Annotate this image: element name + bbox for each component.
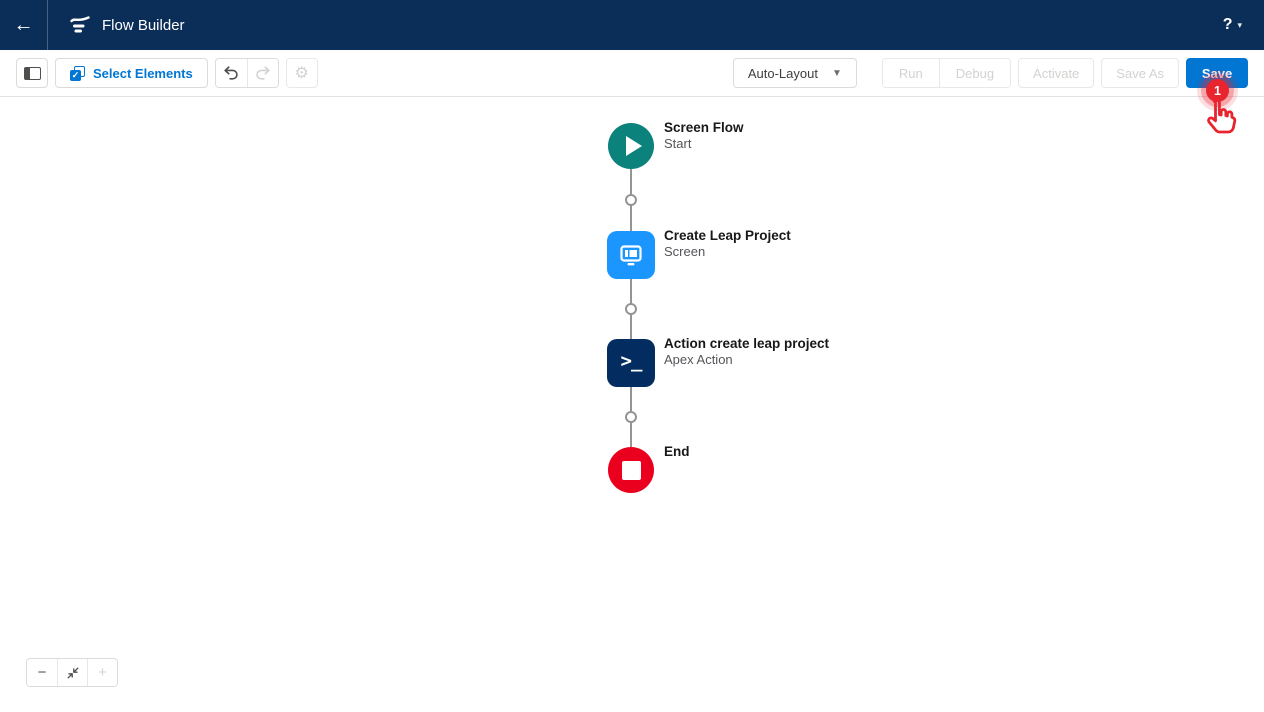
- end-node[interactable]: [608, 447, 654, 493]
- chevron-down-icon: ▼: [832, 68, 842, 79]
- screen-element-node[interactable]: [607, 231, 655, 279]
- screen-icon: [618, 242, 644, 268]
- node-title: End: [664, 443, 690, 460]
- help-menu[interactable]: ? ▾: [1223, 16, 1264, 34]
- redo-button[interactable]: [247, 59, 278, 87]
- pointer-hand-icon: [1199, 96, 1239, 140]
- play-icon: [626, 136, 642, 156]
- back-button[interactable]: ←: [0, 0, 48, 50]
- undo-redo-group: [215, 58, 279, 88]
- node-title: Screen Flow: [664, 119, 744, 136]
- start-node[interactable]: [608, 123, 654, 169]
- toolbar-right: Auto-Layout ▼ Run Debug Activate Save As…: [733, 58, 1248, 88]
- app-title: Flow Builder: [102, 17, 185, 34]
- select-elements-button[interactable]: ✓ Select Elements: [55, 58, 208, 88]
- auto-layout-label: Auto-Layout: [748, 66, 818, 81]
- activate-button[interactable]: Activate: [1018, 58, 1094, 88]
- add-element-node[interactable]: [625, 411, 637, 423]
- plus-icon: +: [98, 664, 107, 681]
- node-title: Create Leap Project: [664, 227, 791, 244]
- multi-select-checkbox-icon: ✓: [70, 66, 85, 81]
- node-title: Action create leap project: [664, 335, 829, 352]
- node-subtitle: Apex Action: [664, 352, 829, 368]
- undo-icon: [222, 64, 240, 82]
- redo-icon: [254, 64, 272, 82]
- apex-node-label: Action create leap project Apex Action: [664, 335, 829, 368]
- add-element-node[interactable]: [625, 194, 637, 206]
- undo-button[interactable]: [216, 59, 247, 87]
- add-element-node[interactable]: [625, 303, 637, 315]
- back-arrow-icon: ←: [14, 14, 34, 37]
- app-header: ← Flow Builder ? ▾: [0, 0, 1264, 50]
- end-node-label: End: [664, 443, 690, 460]
- node-subtitle: Start: [664, 136, 744, 152]
- annotation-step-badge: 1: [1206, 79, 1229, 102]
- zoom-controls: − +: [26, 658, 118, 687]
- flow-settings-button[interactable]: ⚙: [286, 58, 318, 88]
- fit-to-view-icon: [65, 665, 81, 681]
- auto-layout-dropdown[interactable]: Auto-Layout ▼: [733, 58, 857, 88]
- gear-icon: ⚙: [295, 63, 309, 83]
- app-logo-wrap: Flow Builder: [48, 13, 185, 37]
- zoom-out-button[interactable]: −: [27, 659, 57, 686]
- terminal-prompt-icon: >_: [621, 350, 642, 376]
- chevron-down-icon: ▾: [1237, 20, 1242, 31]
- fit-to-view-button[interactable]: [57, 659, 87, 686]
- flow-builder-logo-icon: [68, 13, 92, 37]
- run-debug-group: Run Debug: [882, 58, 1011, 88]
- zoom-in-button[interactable]: +: [87, 659, 117, 686]
- help-icon: ?: [1223, 16, 1233, 34]
- left-panel-icon: [24, 67, 41, 80]
- debug-button[interactable]: Debug: [939, 59, 1010, 87]
- run-button[interactable]: Run: [883, 59, 939, 87]
- toolbar: ✓ Select Elements: [0, 50, 1264, 97]
- apex-action-node[interactable]: >_: [607, 339, 655, 387]
- node-subtitle: Screen: [664, 244, 791, 260]
- toggle-toolbox-button[interactable]: [16, 58, 48, 88]
- save-as-button[interactable]: Save As: [1101, 58, 1179, 88]
- screen-node-label: Create Leap Project Screen: [664, 227, 791, 260]
- toolbar-left: ✓ Select Elements: [16, 58, 318, 88]
- minus-icon: −: [38, 664, 47, 681]
- start-node-label: Screen Flow Start: [664, 119, 744, 152]
- flow-canvas[interactable]: Screen Flow Start Create Leap Project Sc…: [0, 97, 1264, 712]
- select-elements-label: Select Elements: [93, 66, 193, 81]
- stop-icon: [622, 461, 641, 480]
